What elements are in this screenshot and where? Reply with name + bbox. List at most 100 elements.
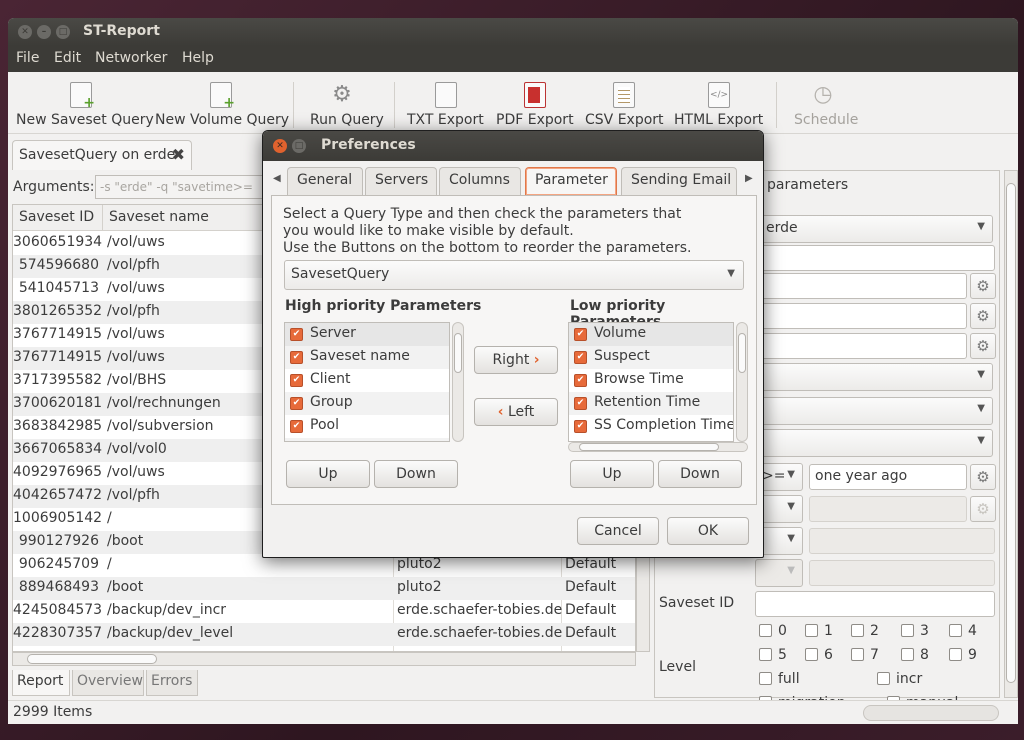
menu-file[interactable]: File — [16, 50, 39, 66]
panel-vertical-scrollbar[interactable] — [1004, 170, 1018, 698]
tab-report[interactable]: Report — [12, 670, 70, 696]
low-up-button[interactable]: Up — [570, 460, 654, 488]
tab-general[interactable]: General — [287, 167, 363, 195]
gear-icon[interactable]: ⚙ — [970, 333, 996, 359]
html-export-button[interactable]: </> HTML Export — [672, 72, 766, 134]
parameter-combo[interactable]: ▼ — [755, 429, 993, 457]
checkbox-checked-icon[interactable]: ✔ — [290, 420, 303, 433]
saveset-id-field[interactable] — [755, 591, 995, 617]
table-row[interactable]: 4228307357/backup/dev_level erde.schaefer… — [13, 623, 635, 646]
level-checkbox[interactable]: 1 — [805, 623, 833, 639]
parameter-list-item[interactable]: ✔ Saveset name — [285, 346, 449, 369]
level-checkbox[interactable]: 4 — [949, 623, 977, 639]
parameter-list-item[interactable]: ✔ Client — [285, 369, 449, 392]
close-dialog-icon[interactable]: ✕ — [273, 139, 287, 153]
run-query-button[interactable]: ⚙ Run Query — [304, 72, 384, 134]
cancel-button[interactable]: Cancel — [577, 517, 659, 545]
tab-saveset-query[interactable]: SavesetQuery on erde ✖ — [12, 140, 192, 170]
level-checkbox[interactable]: 2 — [851, 623, 879, 639]
parameter-combo[interactable]: ▼ — [755, 397, 993, 425]
parameter-field[interactable] — [755, 333, 967, 359]
gear-icon[interactable]: ⚙ — [970, 303, 996, 329]
table-horizontal-scrollbar[interactable] — [12, 652, 636, 666]
checkbox-checked-icon[interactable]: ✔ — [574, 374, 587, 387]
savetime-field[interactable]: one year ago — [809, 464, 967, 490]
parameter-list-item[interactable]: ✔ SS Completion Time — [569, 415, 733, 438]
move-left-button[interactable]: ‹ Left — [474, 398, 558, 426]
pdf-export-button[interactable]: PDF Export — [494, 72, 576, 134]
checkbox-checked-icon[interactable]: ✔ — [290, 351, 303, 364]
txt-export-button[interactable]: TXT Export — [404, 72, 488, 134]
scrollbar-thumb[interactable] — [738, 333, 746, 373]
arguments-field[interactable]: -s "erde" -q "savetime>= — [95, 175, 265, 199]
maximize-window-icon[interactable]: □ — [56, 25, 70, 39]
level-checkbox[interactable]: incr — [877, 671, 922, 687]
parameter-list-item[interactable]: ✔ Group — [285, 392, 449, 415]
level-checkbox[interactable]: 7 — [851, 647, 879, 663]
checkbox-checked-icon[interactable]: ✔ — [290, 328, 303, 341]
tab-columns[interactable]: Columns — [439, 167, 521, 195]
parameter-list-item[interactable]: ✔ Pool — [285, 415, 449, 438]
level-checkbox[interactable]: 3 — [901, 623, 929, 639]
scrollbar-thumb[interactable] — [454, 333, 462, 373]
parameter-combo[interactable]: ▼ — [755, 363, 993, 391]
level-checkbox[interactable]: 8 — [901, 647, 929, 663]
server-combo[interactable]: erde ▼ — [755, 215, 993, 243]
query-type-select[interactable]: SavesetQuery ▼ — [284, 260, 744, 290]
level-checkbox[interactable]: 9 — [949, 647, 977, 663]
checkbox-checked-icon[interactable]: ✔ — [574, 351, 587, 364]
close-window-icon[interactable]: ✕ — [18, 25, 32, 39]
tab-sending-email[interactable]: Sending Email — [621, 167, 737, 195]
high-up-button[interactable]: Up — [286, 460, 370, 488]
parameter-list-item[interactable]: ✔ Retention Time — [569, 392, 733, 415]
level-checkbox[interactable]: 0 — [759, 623, 787, 639]
low-list-scrollbar[interactable] — [736, 322, 748, 442]
close-tab-icon[interactable]: ✖ — [172, 145, 185, 164]
scrollbar-thumb[interactable] — [27, 654, 157, 664]
new-saveset-query-button[interactable]: + New Saveset Query — [14, 72, 154, 134]
column-header-saveset-id[interactable]: Saveset ID — [13, 205, 103, 231]
gear-icon[interactable]: ⚙ — [970, 273, 996, 299]
level-checkbox[interactable]: 5 — [759, 647, 787, 663]
menu-help[interactable]: Help — [182, 50, 214, 66]
parameter-list-item[interactable]: ✔Recoverable — [285, 438, 449, 441]
new-volume-query-button[interactable]: + New Volume Query — [154, 72, 289, 134]
scrollbar-thumb[interactable] — [579, 443, 719, 451]
low-list-horizontal-scrollbar[interactable] — [568, 442, 748, 452]
parameter-field[interactable] — [755, 303, 967, 329]
move-right-button[interactable]: Right › — [474, 346, 558, 374]
schedule-button[interactable]: ◷ Schedule — [788, 72, 860, 134]
scrollbar-thumb[interactable] — [1006, 183, 1016, 683]
tab-scroll-left-icon[interactable]: ◀ — [273, 173, 281, 184]
parameter-list-item[interactable]: ✔ Volume — [569, 323, 733, 346]
minimize-window-icon[interactable]: – — [37, 25, 51, 39]
checkbox-checked-icon[interactable]: ✔ — [290, 374, 303, 387]
tab-errors[interactable]: Errors — [146, 670, 198, 696]
checkbox-checked-icon[interactable]: ✔ — [574, 420, 587, 433]
csv-export-button[interactable]: CSV Export — [584, 72, 664, 134]
tab-overview[interactable]: Overview — [72, 670, 144, 696]
tab-servers[interactable]: Servers — [365, 167, 437, 195]
checkbox-checked-icon[interactable]: ✔ — [290, 397, 303, 410]
maximize-dialog-icon[interactable]: □ — [292, 139, 306, 153]
low-down-button[interactable]: Down — [658, 460, 742, 488]
level-checkbox[interactable]: full — [759, 671, 800, 687]
checkbox-checked-icon[interactable]: ✔ — [574, 397, 587, 410]
gear-icon[interactable]: ⚙ — [970, 464, 996, 490]
menu-networker[interactable]: Networker — [95, 50, 167, 66]
tab-scroll-right-icon[interactable]: ▶ — [745, 173, 753, 184]
parameter-list-item[interactable]: ✔ Browse Time — [569, 369, 733, 392]
high-down-button[interactable]: Down — [374, 460, 458, 488]
checkbox-checked-icon[interactable]: ✔ — [574, 328, 587, 341]
tab-parameter[interactable]: Parameter — [525, 167, 617, 195]
parameter-list-item[interactable]: ✔ Suspect — [569, 346, 733, 369]
level-checkbox[interactable]: 6 — [805, 647, 833, 663]
ok-button[interactable]: OK — [667, 517, 749, 545]
high-list-scrollbar[interactable] — [452, 322, 464, 442]
parameter-field[interactable] — [755, 273, 967, 299]
table-row[interactable]: 889468493/boot pluto2 Default — [13, 577, 635, 600]
table-row[interactable]: 4245084573/backup/dev_incr erde.schaefer-… — [13, 600, 635, 623]
parameter-field[interactable] — [755, 245, 995, 271]
menu-edit[interactable]: Edit — [54, 50, 81, 66]
parameter-list-item[interactable]: ✔ Server — [285, 323, 449, 346]
